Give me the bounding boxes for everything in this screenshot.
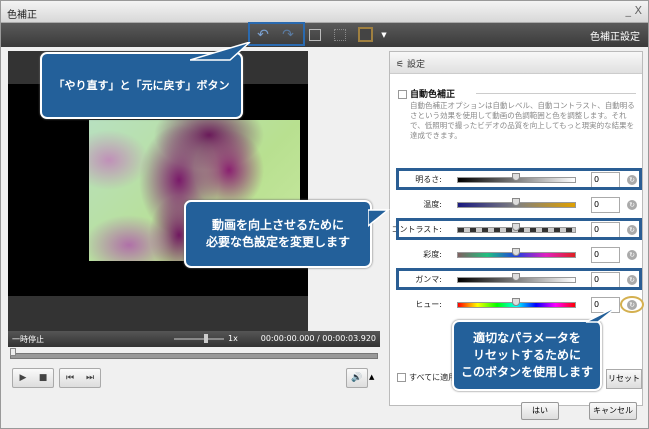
speed-value: 1x [228,334,238,343]
temperature-slider-knob[interactable] [512,198,520,206]
speed-slider[interactable] [174,338,224,340]
slider-row-temperature: 温度: 0 ↻ [390,197,644,213]
window-title: 色補正 [7,10,37,21]
cancel-button[interactable]: キャンセル [589,402,637,420]
callout-tail [585,306,619,323]
brightness-highlight [396,168,642,190]
callout-tail [190,42,251,61]
gamma-highlight [396,268,642,290]
grid-icon[interactable] [334,29,346,41]
auto-correct-label: 自動色補正 [410,90,456,100]
window-controls[interactable]: _ X [625,4,642,17]
skip-controls: ⏮ ⏭ [59,368,101,388]
skip-forward-icon[interactable]: ⏭ [80,369,100,387]
play-icon[interactable]: ▶ [13,369,33,387]
toolbar-title: 色補正設定 [590,32,640,43]
slider-row-saturation: 彩度: 0 ↻ [390,247,644,263]
volume-button[interactable]: 🔊 [346,368,368,388]
auto-correct-checkbox[interactable]: 自動色補正 [398,87,636,100]
contrast-highlight [396,218,642,240]
callout-reset: 適切なパラメータを リセットするために このボタンを使用します [452,320,602,391]
title-bar: 色補正 _ X [1,1,648,23]
apply-all-label: すべてに適用 [409,373,457,382]
reset-highlight-ring [620,296,644,313]
temperature-value-input[interactable]: 0 [591,197,620,213]
reset-icon[interactable]: ↻ [627,200,637,210]
toolbar: ↶ ↷ ▼ 色補正設定 [1,23,648,47]
play-state: 一時停止 [12,335,44,344]
player-status-bar: 一時停止 1x 00:00:00.000 / 00:00:03.920 [8,331,380,347]
settings-header: 設定 [406,60,425,70]
hue-slider-knob[interactable] [512,298,520,306]
ok-button[interactable]: はい [521,402,559,420]
reset-icon[interactable]: ↻ [627,250,637,260]
saturation-slider-knob[interactable] [512,248,520,256]
reset-button[interactable]: リセット [606,369,642,389]
apply-all-checkbox[interactable]: すべてに適用 [397,372,456,383]
saturation-label: 彩度: [423,250,442,259]
auto-correct-description: 自動色補正オプションは自動レベル、自動コントラスト、自動明るさという効果を使用し… [410,101,635,140]
settings-icon: ⚟ [396,60,407,70]
volume-chevron-icon[interactable]: ▲ [369,373,374,381]
seek-knob[interactable] [10,348,16,356]
split-view-icon[interactable] [309,29,321,41]
temperature-label: 温度: [423,200,442,209]
speaker-icon[interactable]: 🔊 [347,369,367,387]
callout-color-settings: 動画を向上させるために 必要な色設定を変更します [184,200,372,268]
skip-back-icon[interactable]: ⏮ [60,369,80,387]
speed-knob[interactable] [204,334,208,343]
hue-label: ヒュー: [415,300,442,309]
callout-undo-redo: 「やり直す」と「元に戻す」ボタン [40,52,243,119]
callout-tail [368,209,390,227]
playback-controls: ▶ ■ [12,368,54,388]
monitor-icon[interactable] [358,27,373,42]
saturation-value-input[interactable]: 0 [591,247,620,263]
seek-bar[interactable] [10,353,378,359]
undo-redo-highlight [248,22,305,46]
time-display: 00:00:00.000 / 00:00:03.920 [260,334,376,343]
stop-icon[interactable]: ■ [33,369,53,387]
chevron-down-icon[interactable]: ▼ [376,27,392,43]
